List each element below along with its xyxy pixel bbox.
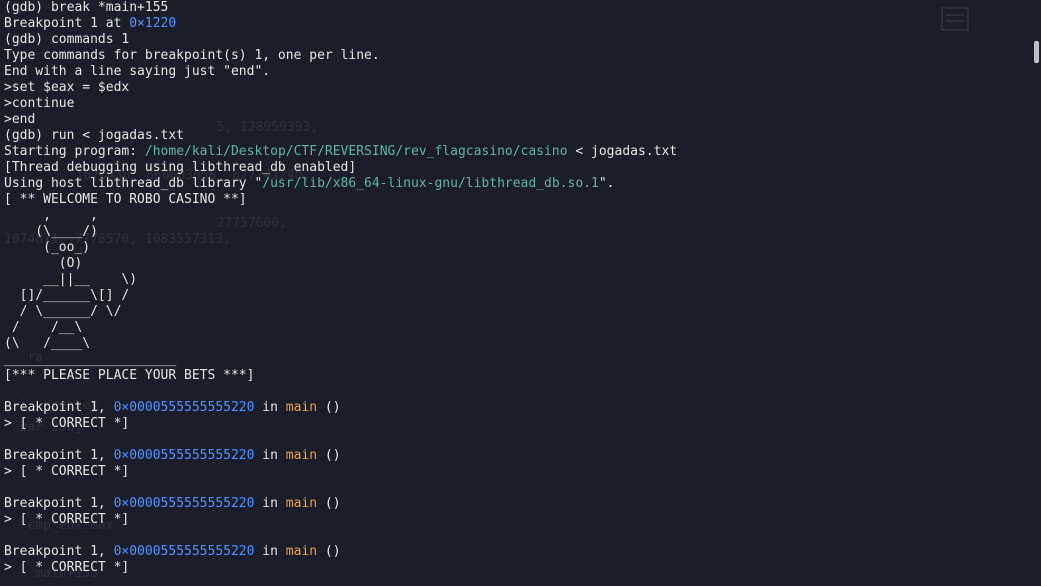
output-text: in — [254, 400, 286, 415]
output-text: Using host libthread_db library " — [4, 176, 263, 191]
output-text: [*** PLEASE PLACE YOUR BETS ***] — [4, 368, 255, 383]
output-text: Type commands for breakpoint(s) 1, one p… — [4, 48, 380, 63]
output-text: > [ * CORRECT *] — [4, 560, 130, 575]
terminal-line: (\____/) — [4, 224, 1024, 240]
terminal-line: > [ * CORRECT *] — [4, 464, 1024, 480]
terminal-line: End with a line saying just "end". — [4, 64, 1024, 80]
terminal-line: >end — [4, 112, 1024, 128]
output-text: Starting program: — [4, 144, 145, 159]
memory-address: 0×0000555555555220 — [113, 448, 255, 463]
memory-address: 0×0000555555555220 — [113, 400, 255, 415]
terminal-line: / /__\ — [4, 320, 1024, 336]
output-text: Breakpoint 1, — [4, 448, 114, 463]
terminal-line: Breakpoint 1 at 0×1220 — [4, 16, 1024, 32]
output-text: (\____/) — [4, 224, 98, 239]
output-text: > [ * CORRECT *] — [4, 416, 130, 431]
terminal-line: > [ * CORRECT *] — [4, 416, 1024, 432]
output-text: > [ * CORRECT *] — [4, 512, 130, 527]
scrollbar-thumb[interactable] — [1034, 41, 1039, 63]
output-text: < jogadas.txt — [567, 144, 678, 159]
output-text: Breakpoint 1 at — [4, 16, 130, 31]
output-text: (_oo_) — [4, 240, 91, 255]
terminal-line: (_oo_) — [4, 240, 1024, 256]
output-text: , , — [4, 208, 98, 223]
output-text: / /__\ — [4, 320, 83, 335]
output-text: in — [254, 496, 286, 511]
output-text: () — [317, 400, 341, 415]
output-text: Breakpoint 1, — [4, 400, 114, 415]
output-text: > [ * CORRECT *] — [4, 464, 130, 479]
scrollbar[interactable] — [1030, 0, 1041, 586]
output-text: ". — [598, 176, 615, 191]
terminal-line: (gdb) break *main+155 — [4, 0, 1024, 16]
output-text: >set $eax = $edx — [4, 80, 130, 95]
terminal-line: []/______\[] / — [4, 288, 1024, 304]
output-text: in — [254, 544, 286, 559]
output-text: >end — [4, 112, 36, 127]
output-text: (gdb) commands 1 — [4, 32, 130, 47]
file-path: /home/kali/Desktop/CTF/REVERSING/rev_fla… — [144, 144, 568, 159]
terminal-window[interactable]: 5, 128959393, 1670438, 866603056, 677741… — [0, 0, 1030, 586]
function-name: main — [285, 496, 318, 511]
terminal-line: Breakpoint 1, 0×0000555555555220 in main… — [4, 544, 1024, 560]
terminal-line: (gdb) commands 1 — [4, 32, 1024, 48]
output-text: [ ** WELCOME TO ROBO CASINO **] — [4, 192, 247, 207]
output-text: [Thread debugging using libthread_db ena… — [4, 160, 357, 175]
output-text: (gdb) break *main+155 — [4, 0, 169, 15]
output-text: ______________________ — [4, 352, 177, 367]
terminal-line: (gdb) run < jogadas.txt — [4, 128, 1024, 144]
function-name: main — [285, 544, 318, 559]
terminal-line: ______________________ — [4, 352, 1024, 368]
terminal-line: > [ * CORRECT *] — [4, 512, 1024, 528]
function-name: main — [285, 400, 318, 415]
terminal-line: > [ * CORRECT *] — [4, 560, 1024, 576]
output-text: End with a line saying just "end". — [4, 64, 271, 79]
output-text: / \______/ \/ — [4, 304, 122, 319]
terminal-line: , , — [4, 208, 1024, 224]
file-path: /usr/lib/x86_64-linux-gnu/libthread_db.s… — [262, 176, 599, 191]
output-text: in — [254, 448, 286, 463]
terminal-line: Starting program: /home/kali/Desktop/CTF… — [4, 144, 1024, 160]
output-text: () — [317, 448, 341, 463]
memory-address: 0×0000555555555220 — [113, 544, 255, 559]
terminal-line: (\ /____\ — [4, 336, 1024, 352]
terminal-line: Breakpoint 1, 0×0000555555555220 in main… — [4, 400, 1024, 416]
function-name: main — [285, 448, 318, 463]
output-text: (\ /____\ — [4, 336, 91, 351]
terminal-line: / \______/ \/ — [4, 304, 1024, 320]
output-text: Breakpoint 1, — [4, 496, 114, 511]
output-text: >continue — [4, 96, 75, 111]
terminal-line: [ ** WELCOME TO ROBO CASINO **] — [4, 192, 1024, 208]
memory-address: 0×0000555555555220 — [113, 496, 255, 511]
terminal-line: >continue — [4, 96, 1024, 112]
output-text: []/______\[] / — [4, 288, 130, 303]
terminal-line: [*** PLEASE PLACE YOUR BETS ***] — [4, 368, 1024, 384]
terminal-line: (O) — [4, 256, 1024, 272]
faded-logo-icon — [941, 7, 969, 31]
terminal-line: Breakpoint 1, 0×0000555555555220 in main… — [4, 448, 1024, 464]
terminal-line: Using host libthread_db library "/usr/li… — [4, 176, 1024, 192]
memory-address: 0×1220 — [129, 16, 177, 31]
terminal-output: (gdb) break *main+155 Breakpoint 1 at 0×1… — [4, 0, 1024, 576]
terminal-line: >set $eax = $edx — [4, 80, 1024, 96]
output-text: (gdb) run < jogadas.txt — [4, 128, 185, 143]
output-text: (O) — [4, 256, 83, 271]
terminal-line: Breakpoint 1, 0×0000555555555220 in main… — [4, 496, 1024, 512]
terminal-line: __||__ \) — [4, 272, 1024, 288]
terminal-line: Type commands for breakpoint(s) 1, one p… — [4, 48, 1024, 64]
output-text: Breakpoint 1, — [4, 544, 114, 559]
output-text: () — [317, 496, 341, 511]
output-text: () — [317, 544, 341, 559]
output-text: __||__ \) — [4, 272, 138, 287]
terminal-line: [Thread debugging using libthread_db ena… — [4, 160, 1024, 176]
